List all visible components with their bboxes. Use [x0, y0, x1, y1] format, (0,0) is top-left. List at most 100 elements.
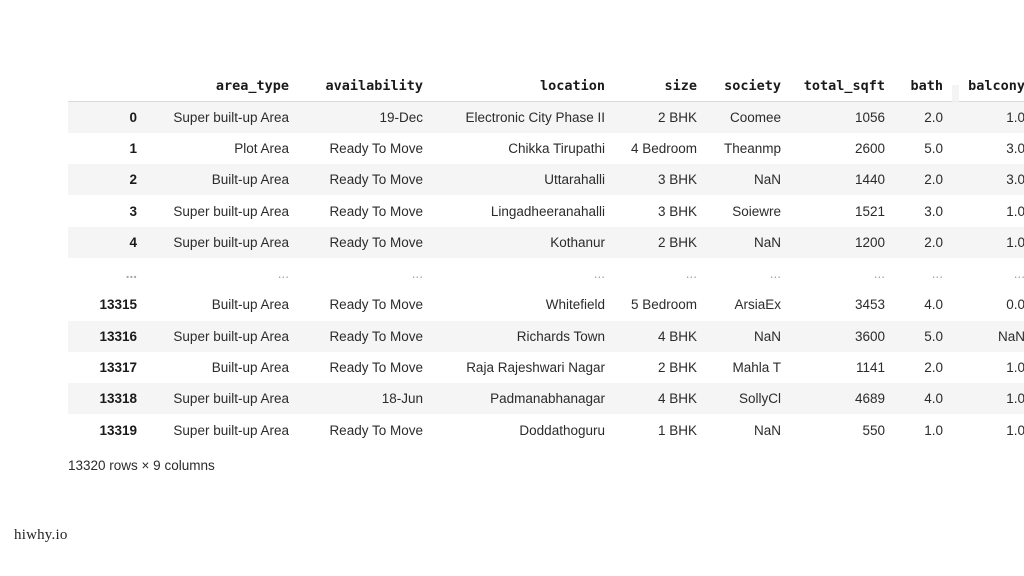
- dataframe-header-row: area_type availability location size soc…: [68, 78, 1024, 102]
- column-header-availability: availability: [296, 78, 430, 102]
- cell-total_sqft: 1440: [854, 172, 885, 188]
- cell-total_sqft: 2600: [854, 140, 885, 156]
- cell-society: NaN: [753, 328, 781, 344]
- cell-total_sqft: 550: [862, 422, 885, 438]
- cell-size: 4 BHK: [657, 328, 697, 344]
- cell-balcony: 1.0: [1006, 203, 1024, 219]
- cell-location: Kothanur: [550, 234, 605, 250]
- cell-area_type: Built-up Area: [211, 360, 289, 376]
- cell-availability: Ready To Move: [329, 172, 423, 188]
- cell-society: ...: [769, 266, 781, 282]
- cell-society: ArsiaEx: [734, 297, 781, 313]
- cell-location: Uttarahalli: [544, 172, 605, 188]
- column-header-size: size: [612, 78, 704, 102]
- cell-total_sqft: ...: [873, 266, 885, 282]
- cell-society: NaN: [753, 172, 781, 188]
- cell-total_sqft: 1141: [855, 360, 885, 376]
- cell-bath: 2.0: [924, 109, 943, 125]
- cell-location: Lingadheeranahalli: [490, 203, 605, 219]
- cell-bath: 2.0: [924, 172, 943, 188]
- cell-size: 4 Bedroom: [630, 140, 697, 156]
- cell-area_type: Super built-up Area: [173, 109, 289, 125]
- clipped-column-sliver: [952, 85, 959, 103]
- cell-balcony: 1.0: [1006, 422, 1024, 438]
- row-index-cell: 4: [129, 234, 137, 250]
- cell-society: NaN: [753, 422, 781, 438]
- cell-availability: ...: [411, 266, 423, 282]
- column-header-area_type: area_type: [144, 78, 296, 102]
- cell-bath: 4.0: [924, 297, 943, 313]
- dataframe-output: area_type availability location size soc…: [68, 78, 1024, 446]
- cell-availability: 18-Jun: [381, 391, 423, 407]
- row-index-cell: 3: [129, 203, 137, 219]
- table-row: 0 Super built-up Area 19-Dec Electronic Cit…: [68, 101, 1024, 133]
- cell-balcony: 3.0: [1006, 140, 1024, 156]
- row-index-cell: ...: [125, 266, 137, 282]
- cell-location: Padmanabhanagar: [490, 391, 605, 407]
- cell-availability: Ready To Move: [329, 297, 423, 313]
- cell-area_type: Built-up Area: [211, 172, 289, 188]
- cell-society: SollyCl: [738, 391, 781, 407]
- cell-area_type: Super built-up Area: [173, 328, 289, 344]
- cell-total_sqft: 1200: [854, 234, 885, 250]
- cell-society: NaN: [753, 234, 781, 250]
- cell-society: Theanmp: [723, 140, 781, 156]
- cell-bath: 5.0: [924, 328, 943, 344]
- table-row: 13318 Super built-up Area 18-Jun Padmanabha…: [68, 383, 1024, 415]
- column-header-society: society: [704, 78, 788, 102]
- table-row-ellipsis: ..............................: [68, 257, 1024, 290]
- table-row: 13319 Super built-up Area Ready To Move Dod…: [68, 414, 1024, 446]
- cell-location: Raja Rajeshwari Nagar: [466, 360, 605, 376]
- row-index-cell: 13319: [99, 422, 137, 438]
- cell-bath: ...: [931, 266, 943, 282]
- dataframe-shape-label: 13320 rows × 9 columns: [68, 458, 215, 473]
- cell-area_type: Super built-up Area: [173, 422, 289, 438]
- cell-society: Soiewre: [732, 203, 781, 219]
- cell-total_sqft: 3453: [854, 297, 885, 313]
- cell-availability: Ready To Move: [329, 360, 423, 376]
- column-header-location: location: [430, 78, 612, 102]
- cell-area_type: Super built-up Area: [173, 203, 289, 219]
- cell-availability: Ready To Move: [329, 234, 423, 250]
- cell-balcony: 1.0: [1006, 109, 1024, 125]
- cell-size: 2 BHK: [657, 109, 697, 125]
- cell-balcony: 1.0: [1006, 391, 1024, 407]
- cell-balcony: 1.0: [1006, 360, 1024, 376]
- cell-area_type: Super built-up Area: [173, 391, 289, 407]
- cell-balcony: 0.0: [1006, 297, 1024, 313]
- cell-bath: 4.0: [924, 391, 943, 407]
- table-row: 3 Super built-up Area Ready To Move Lingadh…: [68, 195, 1024, 227]
- cell-availability: Ready To Move: [329, 422, 423, 438]
- cell-total_sqft: 1056: [854, 109, 885, 125]
- column-header-index: [68, 78, 144, 102]
- cell-society: Coomee: [729, 109, 781, 125]
- cell-availability: 19-Dec: [379, 109, 423, 125]
- row-index-cell: 13317: [99, 360, 137, 376]
- cell-location: ...: [593, 266, 605, 282]
- table-row: 2 Built-up Area Ready To Move Uttarahalli 3 …: [68, 164, 1024, 196]
- row-index-cell: 13315: [99, 297, 137, 313]
- cell-balcony: 3.0: [1006, 172, 1024, 188]
- cell-society: Mahla T: [732, 360, 781, 376]
- cell-total_sqft: 3600: [854, 328, 885, 344]
- cell-bath: 2.0: [924, 234, 943, 250]
- cell-size: 5 Bedroom: [630, 297, 697, 313]
- table-row: 1 Plot Area Ready To Move Chikka Tirupathi 4…: [68, 132, 1024, 165]
- column-header-bath: bath: [892, 78, 950, 102]
- cell-area_type: Super built-up Area: [173, 234, 289, 250]
- dataframe-body: 0 Super built-up Area 19-Dec Electronic Cit…: [68, 101, 1024, 446]
- column-header-balcony: balcony: [950, 78, 1024, 102]
- dataframe-table: area_type availability location size soc…: [68, 78, 1024, 446]
- cell-size: ...: [685, 266, 697, 282]
- cell-size: 3 BHK: [657, 203, 697, 219]
- row-index-cell: 13318: [99, 391, 137, 407]
- table-row: 13316 Super built-up Area Ready To Move Ric…: [68, 320, 1024, 352]
- cell-location: Doddathoguru: [519, 422, 605, 438]
- cell-availability: Ready To Move: [329, 328, 423, 344]
- cell-bath: 2.0: [924, 360, 943, 376]
- row-index-cell: 1: [129, 140, 137, 156]
- row-index-cell: 13316: [99, 328, 137, 344]
- dataframe-head: area_type availability location size soc…: [68, 78, 1024, 102]
- cell-size: 4 BHK: [657, 391, 697, 407]
- cell-location: Chikka Tirupathi: [508, 140, 605, 156]
